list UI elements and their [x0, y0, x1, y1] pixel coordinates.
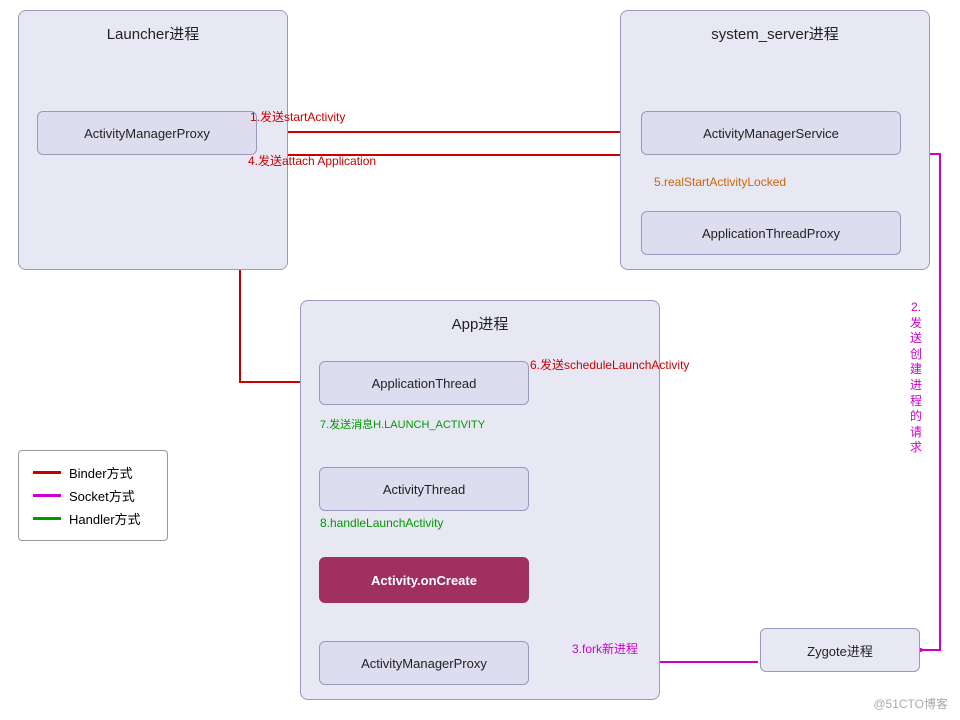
- legend-handler: Handler方式: [33, 509, 153, 528]
- amp-app: ActivityManagerProxy: [319, 641, 529, 685]
- legend-box: Binder方式 Socket方式 Handler方式: [18, 450, 168, 541]
- arrow6-label: 6.发送scheduleLaunchActivity: [530, 356, 689, 373]
- legend-socket: Socket方式: [33, 486, 153, 505]
- atp: ApplicationThreadProxy: [641, 211, 901, 255]
- diagram-container: Launcher进程 ActivityManagerProxy system_s…: [0, 0, 960, 720]
- arrow7-label: 7.发送消息H.LAUNCH_ACTIVITY: [320, 416, 485, 432]
- activity-thread: ActivityThread: [319, 467, 529, 511]
- arrow5-label: 5.realStartActivityLocked: [654, 175, 786, 189]
- arrow4-label: 4.发送attach Application: [248, 152, 376, 169]
- application-thread: ApplicationThread: [319, 361, 529, 405]
- launcher-process-box: Launcher进程 ActivityManagerProxy: [18, 10, 288, 270]
- arrow8-label: 8.handleLaunchActivity: [320, 516, 443, 530]
- legend-binder: Binder方式: [33, 463, 153, 482]
- ams: ActivityManagerService: [641, 111, 901, 155]
- arrow2-label: 2.发送创建进程的请求: [910, 300, 922, 456]
- system-server-process-box: system_server进程 ActivityManagerService A…: [620, 10, 930, 270]
- arrow3-label: 3.fork新进程: [572, 640, 638, 657]
- legend-socket-label: Socket方式: [69, 486, 135, 505]
- amp-launcher: ActivityManagerProxy: [37, 111, 257, 155]
- arrow1-label: 1.发送startActivity: [250, 108, 345, 125]
- zygote-box: Zygote进程: [760, 628, 920, 672]
- system-server-process-title: system_server进程: [711, 23, 839, 44]
- legend-binder-label: Binder方式: [69, 463, 133, 482]
- legend-handler-label: Handler方式: [69, 509, 141, 528]
- app-process-title: App进程: [452, 313, 509, 334]
- activity-oncreate: Activity.onCreate: [319, 557, 529, 603]
- launcher-process-title: Launcher进程: [107, 23, 200, 44]
- watermark: @51CTO博客: [873, 695, 948, 712]
